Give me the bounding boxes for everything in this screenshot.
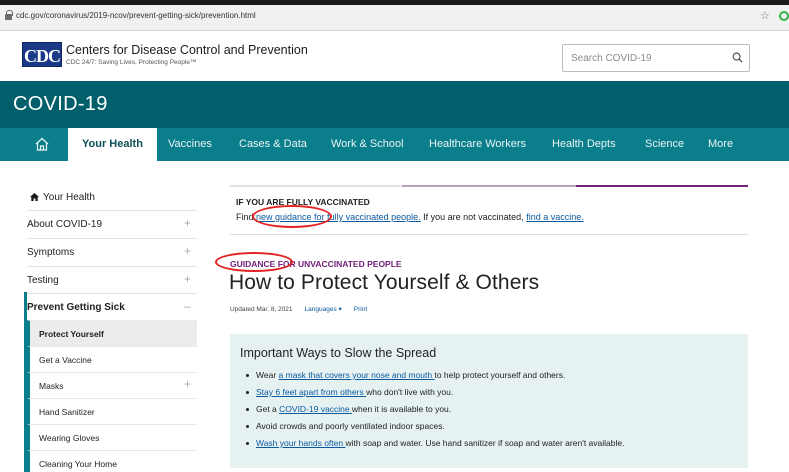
sidebar-item-label: Testing [27,275,59,286]
site-title[interactable]: Centers for Disease Control and Preventi… [66,43,308,57]
bullet-text: Get a [256,404,280,414]
nav-vaccines[interactable]: Vaccines [168,128,212,161]
bullet-text: when it is available to you. [351,404,452,414]
home-icon [30,193,39,201]
sidebar-subitem-wearing-gloves[interactable]: Wearing Gloves [27,424,197,450]
sidebar-heading-label: Your Health [43,192,95,203]
list-item: Get a COVID-19 vaccine when it is availa… [245,401,624,418]
search-box[interactable] [562,44,750,72]
sidebar-subitem-label: Cleaning Your Home [39,459,117,469]
divider [230,185,402,187]
divider [576,185,748,187]
nav-work-school[interactable]: Work & School [331,128,404,161]
sidebar-subitem-label: Get a Vaccine [39,355,92,365]
sidebar-subitem-cleaning-your-home[interactable]: Cleaning Your Home [27,450,197,472]
updated-date: Updated Mar. 8, 2021 [230,306,293,313]
sidebar-subitem-label: Protect Yourself [39,329,104,339]
extension-icon[interactable] [779,11,789,21]
sidebar-subitem-get-a-vaccine[interactable]: Get a Vaccine [27,346,197,372]
bullet-list: Wear a mask that covers your nose and mo… [245,367,625,452]
stay-apart-link[interactable]: Stay 6 feet apart from others [256,387,366,397]
home-icon[interactable] [30,128,54,161]
print-link[interactable]: Print [354,306,367,313]
divider [230,234,748,235]
expand-icon[interactable]: + [184,272,191,286]
sidebar-subitem-protect-yourself[interactable]: Protect Yourself [27,320,197,346]
expand-icon[interactable]: + [184,216,191,230]
page-title: How to Protect Yourself & Others [229,271,540,294]
bullet-text: Wear [256,370,279,380]
search-icon[interactable] [732,52,743,63]
list-item: Stay 6 feet apart from others who don't … [245,384,624,401]
list-item: Wear a mask that covers your nose and mo… [245,367,624,384]
nav-health-depts[interactable]: Health Depts [552,128,616,161]
bullet-text: who don't live with you. [366,387,454,397]
sidebar-item-symptoms[interactable]: Symptoms + [27,238,197,266]
annotation-circle [215,252,293,272]
url-text[interactable]: cdc.gov/coronavirus/2019-ncov/prevent-ge… [16,11,256,20]
sidebar-subitem-hand-sanitizer[interactable]: Hand Sanitizer [27,398,197,424]
languages-dropdown[interactable]: Languages ▾ [305,306,342,313]
collapse-icon[interactable]: – [184,299,191,313]
sidebar-subitem-label: Wearing Gloves [39,433,100,443]
callout-box: Important Ways to Slow the Spread Wear a… [230,334,748,468]
wash-hands-link[interactable]: Wash your hands often [256,438,345,448]
mask-link[interactable]: a mask that covers your nose and mouth [279,370,435,380]
list-item: Avoid crowds and poorly ventilated indoo… [245,418,624,435]
cdc-logo[interactable]: CDC [22,42,62,67]
main-nav: Your Health Vaccines Cases & Data Work &… [0,128,789,161]
sidebar-heading[interactable]: Your Health [30,192,95,203]
nav-healthcare-workers[interactable]: Healthcare Workers [429,128,526,161]
site-tagline: CDC 24/7: Saving Lives, Protecting Peopl… [66,59,197,66]
sidebar-subitem-label: Masks [39,381,64,391]
sidebar-subitem-masks[interactable]: Masks + [27,372,197,398]
bullet-text: to help protect yourself and others. [434,370,566,380]
sidebar-item-label: Prevent Getting Sick [27,302,125,313]
nav-science[interactable]: Science [645,128,684,161]
sidebar-item-prevent-getting-sick[interactable]: Prevent Getting Sick – [27,293,197,321]
callout-title: Important Ways to Slow the Spread [240,346,437,360]
covid-banner: COVID-19 [0,81,789,128]
expand-icon[interactable]: + [184,377,191,391]
page-meta: Updated Mar. 8, 2021 Languages ▾ Print [230,305,367,313]
sidebar-item-label: Symptoms [27,247,75,258]
covid-vaccine-link[interactable]: COVID-19 vaccine [279,404,352,414]
sidebar-item-label: About COVID-19 [27,219,103,230]
section-title[interactable]: COVID-19 [13,93,108,116]
sidebar-subitem-label: Hand Sanitizer [39,407,95,417]
sidebar-item-testing[interactable]: Testing + [27,266,197,294]
nav-more[interactable]: More [708,128,733,161]
bookmark-star-icon[interactable]: ☆ [760,9,770,22]
bullet-text: with soap and water. Use hand sanitizer … [345,438,625,448]
annotation-circle [252,205,332,228]
expand-icon[interactable]: + [184,244,191,258]
find-a-vaccine-link[interactable]: find a vaccine. [526,212,584,222]
sidebar-item-about-covid[interactable]: About COVID-19 + [27,210,197,238]
nav-your-health[interactable]: Your Health [68,128,157,161]
address-bar[interactable]: cdc.gov/coronavirus/2019-ncov/prevent-ge… [0,5,789,31]
list-item: Wash your hands often with soap and wate… [245,435,625,452]
bullet-text: Avoid crowds and poorly ventilated indoo… [256,421,445,431]
lock-icon [5,10,13,20]
divider [402,185,576,187]
nav-cases-data[interactable]: Cases & Data [239,128,307,161]
search-input[interactable] [571,49,721,67]
notice-text: If you are not vaccinated, [420,212,527,222]
